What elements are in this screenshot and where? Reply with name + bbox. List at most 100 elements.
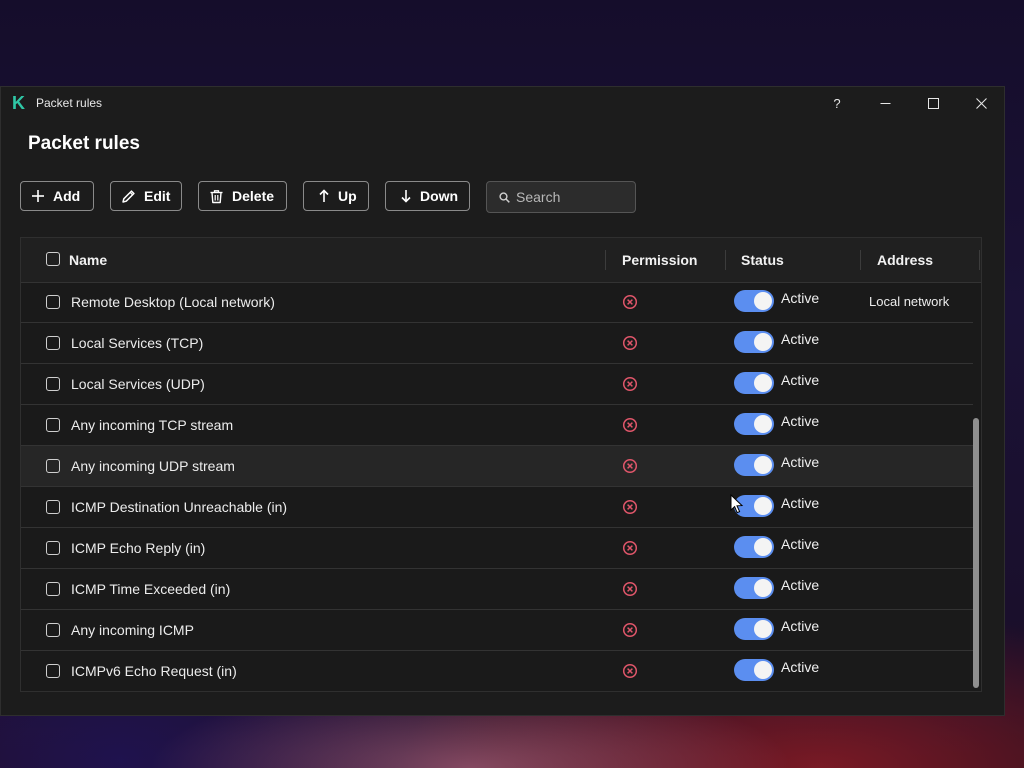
block-icon — [622, 581, 638, 597]
rule-name: Any incoming ICMP — [71, 622, 194, 638]
block-icon — [622, 335, 638, 351]
minimize-button[interactable] — [862, 87, 908, 119]
toggle-knob — [754, 538, 772, 556]
table-row[interactable]: Any incoming TCP stream Active — [21, 405, 973, 446]
toggle-knob — [754, 456, 772, 474]
table-row[interactable]: Any incoming ICMP Active — [21, 610, 973, 651]
column-header-status[interactable]: Status — [741, 238, 784, 282]
column-header-address-label: Address — [877, 252, 934, 268]
delete-button-label: Delete — [232, 188, 275, 204]
column-header-permission[interactable]: Permission — [622, 238, 697, 282]
maximize-button[interactable] — [910, 87, 956, 119]
add-button-label: Add — [53, 188, 81, 204]
block-icon — [622, 622, 638, 638]
rule-name: ICMPv6 Echo Request (in) — [71, 663, 237, 679]
toggle-knob — [754, 415, 772, 433]
rule-enabled-toggle[interactable] — [734, 454, 774, 476]
table-row[interactable]: ICMPv6 Echo Request (in) Active — [21, 651, 973, 691]
row-checkbox[interactable] — [46, 664, 60, 678]
rule-status: Active — [781, 495, 820, 511]
kaspersky-logo-icon: K — [12, 93, 25, 113]
page-title: Packet rules — [28, 133, 140, 154]
rule-status: Active — [781, 577, 820, 593]
table-row[interactable]: Any incoming UDP stream Active — [21, 446, 973, 487]
table-row[interactable]: Remote Desktop (Local network) Active Loca… — [21, 282, 973, 323]
toggle-knob — [754, 579, 772, 597]
rule-enabled-toggle[interactable] — [734, 659, 774, 681]
table-row[interactable]: ICMP Destination Unreachable (in) Active — [21, 487, 973, 528]
row-checkbox[interactable] — [46, 336, 60, 350]
search-box[interactable] — [486, 181, 636, 213]
rule-enabled-toggle[interactable] — [734, 290, 774, 312]
row-checkbox[interactable] — [46, 377, 60, 391]
arrow-down-icon — [401, 190, 411, 203]
row-checkbox[interactable] — [46, 500, 60, 514]
column-divider[interactable] — [605, 250, 606, 270]
column-header-permission-label: Permission — [622, 252, 698, 268]
arrow-up-icon — [319, 189, 329, 202]
search-input[interactable] — [516, 189, 626, 205]
column-divider[interactable] — [979, 250, 980, 270]
rule-enabled-toggle[interactable] — [734, 331, 774, 353]
row-checkbox[interactable] — [46, 459, 60, 473]
rule-status: Active — [781, 372, 820, 388]
rule-name: Local Services (TCP) — [71, 335, 204, 351]
column-divider[interactable] — [860, 250, 861, 270]
rule-name: Local Services (UDP) — [71, 376, 205, 392]
block-icon — [622, 499, 638, 515]
row-checkbox[interactable] — [46, 541, 60, 555]
delete-button[interactable]: Delete — [198, 181, 287, 211]
title-bar[interactable]: K Packet rules ? — [1, 87, 1004, 119]
rule-status: Active — [781, 331, 820, 347]
close-button[interactable] — [958, 87, 1004, 119]
table-header: Name Permission Status Address — [21, 238, 981, 283]
row-checkbox[interactable] — [46, 582, 60, 596]
help-button[interactable]: ? — [814, 87, 860, 119]
table-row[interactable]: ICMP Echo Reply (in) Active — [21, 528, 973, 569]
trash-icon — [210, 189, 223, 203]
rule-name: ICMP Time Exceeded (in) — [71, 581, 231, 597]
scrollbar-thumb[interactable] — [973, 418, 979, 688]
rule-status: Active — [781, 618, 820, 634]
rule-name: ICMP Echo Reply (in) — [71, 540, 206, 556]
column-header-address[interactable]: Address — [877, 238, 933, 282]
block-icon — [622, 540, 638, 556]
move-down-button-label: Down — [420, 188, 459, 204]
rule-enabled-toggle[interactable] — [734, 618, 774, 640]
row-checkbox[interactable] — [46, 418, 60, 432]
rule-enabled-toggle[interactable] — [734, 536, 774, 558]
move-down-button[interactable]: Down — [385, 181, 470, 211]
row-checkbox[interactable] — [46, 623, 60, 637]
column-header-name-label: Name — [69, 252, 108, 268]
rule-enabled-toggle[interactable] — [734, 372, 774, 394]
minimize-icon — [880, 102, 890, 104]
toggle-knob — [754, 333, 772, 351]
row-checkbox[interactable] — [46, 295, 60, 309]
toggle-knob — [754, 292, 772, 310]
column-divider[interactable] — [725, 250, 726, 270]
block-icon — [622, 294, 638, 310]
vertical-scrollbar[interactable] — [972, 282, 980, 691]
maximize-icon — [927, 97, 939, 109]
select-all-checkbox[interactable] — [46, 252, 60, 266]
edit-button[interactable]: Edit — [110, 181, 182, 211]
column-header-name[interactable]: Name — [69, 238, 107, 282]
pencil-icon — [122, 189, 135, 203]
table-row[interactable]: Local Services (TCP) Active — [21, 323, 973, 364]
add-button[interactable]: Add — [20, 181, 94, 211]
rule-name: Any incoming TCP stream — [71, 417, 234, 433]
block-icon — [622, 376, 638, 392]
rule-name: ICMP Destination Unreachable (in) — [71, 499, 288, 515]
rule-enabled-toggle[interactable] — [734, 577, 774, 599]
rule-name: Remote Desktop (Local network) — [71, 294, 275, 310]
mouse-cursor-icon — [730, 494, 744, 514]
toggle-knob — [754, 497, 772, 515]
plus-icon — [32, 190, 44, 202]
move-up-button[interactable]: Up — [303, 181, 369, 211]
table-row[interactable]: Local Services (UDP) Active — [21, 364, 973, 405]
packet-rules-table: Name Permission Status Address Remote De… — [20, 237, 982, 692]
rule-enabled-toggle[interactable] — [734, 413, 774, 435]
rule-status: Active — [781, 536, 820, 552]
block-icon — [622, 663, 638, 679]
table-row[interactable]: ICMP Time Exceeded (in) Active — [21, 569, 973, 610]
